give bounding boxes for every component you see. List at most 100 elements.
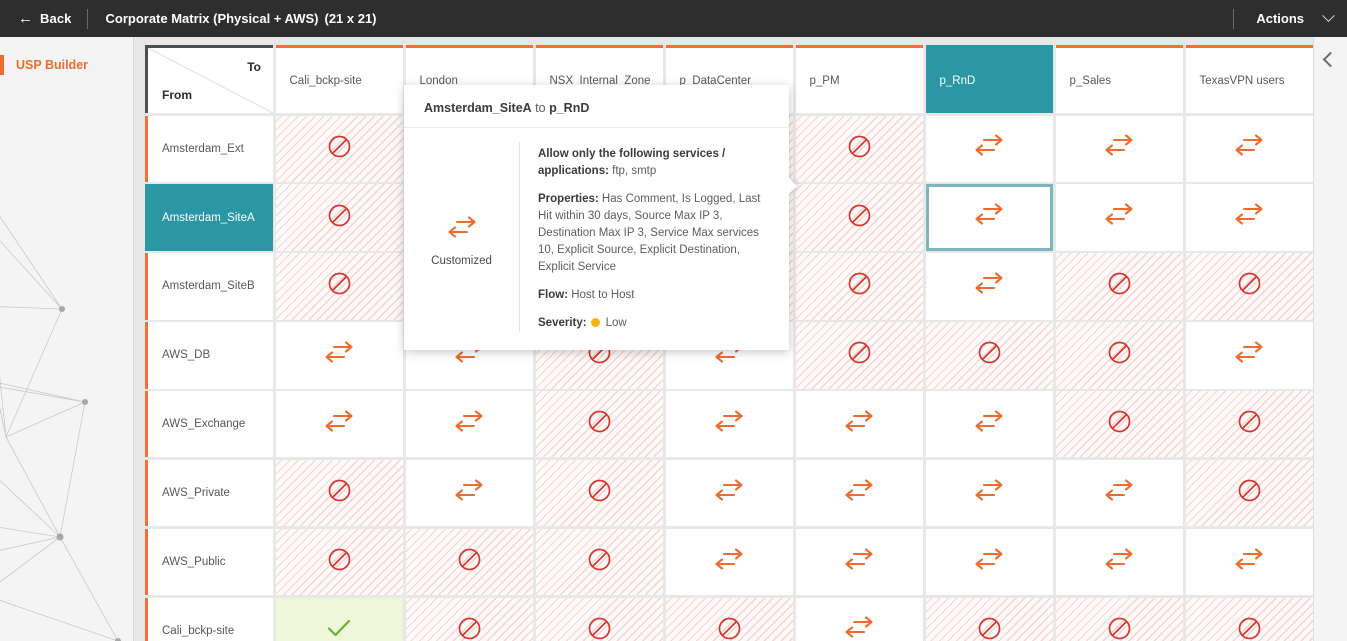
matrix-cell-5-7[interactable] <box>1185 460 1313 527</box>
tooltip-severity-line: Severity: Low <box>538 315 769 332</box>
matrix-cell-7-3[interactable] <box>665 597 793 641</box>
bidirectional-arrow-icon <box>454 410 484 439</box>
matrix-row-header-amsterdam-sitea[interactable]: Amsterdam_SiteA <box>145 184 273 251</box>
matrix-cell-0-4[interactable] <box>795 115 923 182</box>
matrix-cell-4-0[interactable] <box>275 391 403 458</box>
matrix-cell-6-0[interactable] <box>275 528 403 596</box>
sidebar-item-label: USP Builder <box>16 58 89 72</box>
matrix-cell-4-6[interactable] <box>1055 391 1183 458</box>
matrix-row-header-aws-private[interactable]: AWS_Private <box>145 460 273 527</box>
bidirectional-arrow-icon <box>1104 548 1134 577</box>
matrix-cell-4-4[interactable] <box>795 391 923 458</box>
block-icon <box>847 340 872 370</box>
matrix-cell-7-7[interactable] <box>1185 597 1313 641</box>
sidebar-item-usp-builder[interactable]: USP Builder <box>0 55 133 75</box>
matrix-cell-4-1[interactable] <box>405 391 533 458</box>
matrix-cell-7-6[interactable] <box>1055 597 1183 641</box>
topbar-divider <box>87 8 89 29</box>
bidirectional-arrow-icon <box>844 548 874 577</box>
matrix-cell-5-2[interactable] <box>535 460 663 527</box>
matrix-cell-3-4[interactable] <box>795 322 923 389</box>
block-icon <box>847 203 872 233</box>
bidirectional-arrow-icon <box>1104 479 1134 508</box>
matrix-cell-5-3[interactable] <box>665 460 793 527</box>
matrix-cell-1-4[interactable] <box>795 184 923 251</box>
matrix-cell-6-1[interactable] <box>405 528 533 596</box>
matrix-cell-0-5[interactable] <box>925 115 1053 182</box>
matrix-cell-4-7[interactable] <box>1185 391 1313 458</box>
matrix-cell-2-5[interactable] <box>925 253 1053 320</box>
block-icon <box>587 616 612 641</box>
matrix-cell-0-6[interactable] <box>1055 115 1183 182</box>
tooltip-flow-label: Flow: <box>538 289 569 302</box>
matrix-cell-5-0[interactable] <box>275 460 403 527</box>
matrix-cell-6-4[interactable] <box>795 528 923 596</box>
matrix-row-header-aws-db[interactable]: AWS_DB <box>145 322 273 389</box>
matrix-cell-7-5[interactable] <box>925 597 1053 641</box>
matrix-cell-7-0[interactable] <box>275 597 403 641</box>
block-icon <box>327 271 352 301</box>
tooltip-services-line: Allow only the following services / appl… <box>538 146 769 180</box>
matrix-cell-5-6[interactable] <box>1055 460 1183 527</box>
tooltip-icon-group: Customized <box>404 142 519 332</box>
bidirectional-arrow-icon <box>1104 134 1134 163</box>
bidirectional-arrow-icon <box>714 479 744 508</box>
matrix-column-header-p-rnd[interactable]: p_RnD <box>925 45 1053 113</box>
tooltip-properties-label: Properties: <box>538 193 599 206</box>
tooltip-pointer <box>788 177 797 195</box>
matrix-cell-7-4[interactable] <box>795 597 923 641</box>
matrix-cell-4-5[interactable] <box>925 391 1053 458</box>
matrix-cell-1-0[interactable] <box>275 184 403 251</box>
matrix-cell-6-7[interactable] <box>1185 528 1313 596</box>
tooltip-severity-value: Low <box>605 317 627 330</box>
matrix-cell-4-2[interactable] <box>535 391 663 458</box>
matrix-cell-3-0[interactable] <box>275 322 403 389</box>
matrix-cell-1-6[interactable] <box>1055 184 1183 251</box>
left-panel: USP Builder <box>0 37 134 641</box>
matrix-cell-2-0[interactable] <box>275 253 403 320</box>
matrix-cell-2-4[interactable] <box>795 253 923 320</box>
chevron-left-icon[interactable] <box>1322 51 1339 68</box>
matrix-column-header-p-sales[interactable]: p_Sales <box>1055 45 1183 113</box>
matrix-cell-3-6[interactable] <box>1055 322 1183 389</box>
matrix-row-header-amsterdam-ext[interactable]: Amsterdam_Ext <box>145 115 273 182</box>
matrix-column-header-texasvpn-users[interactable]: TexasVPN users <box>1185 45 1313 113</box>
matrix-column-header-p-pm[interactable]: p_PM <box>795 45 923 113</box>
matrix-cell-4-3[interactable] <box>665 391 793 458</box>
matrix-cell-5-1[interactable] <box>405 460 533 527</box>
matrix-cell-0-7[interactable] <box>1185 115 1313 182</box>
matrix-cell-5-4[interactable] <box>795 460 923 527</box>
matrix-cell-2-7[interactable] <box>1185 253 1313 320</box>
matrix-cell-6-2[interactable] <box>535 528 663 596</box>
block-icon <box>327 478 352 508</box>
matrix-cell-7-1[interactable] <box>405 597 533 641</box>
actions-button[interactable]: Actions <box>1234 0 1347 37</box>
matrix-row-header-cali-bckp-site[interactable]: Cali_bckp-site <box>145 597 273 641</box>
matrix-column-header-cali-bckp-site[interactable]: Cali_bckp-site <box>275 45 403 113</box>
back-button[interactable]: ← Back <box>0 0 87 37</box>
bidirectional-arrow-icon <box>1234 341 1264 370</box>
row-header-label: AWS_Public <box>162 556 226 569</box>
matrix-cell-3-7[interactable] <box>1185 322 1313 389</box>
tooltip-details: Allow only the following services / appl… <box>519 142 769 333</box>
matrix-cell-6-6[interactable] <box>1055 528 1183 596</box>
block-icon <box>847 134 872 164</box>
matrix-cell-6-5[interactable] <box>925 528 1053 596</box>
row-header-label: AWS_Private <box>162 487 230 500</box>
tooltip-severity-label: Severity: <box>538 317 587 330</box>
block-icon <box>457 547 482 577</box>
matrix-row-header-aws-public[interactable]: AWS_Public <box>145 528 273 596</box>
matrix-cell-3-5[interactable] <box>925 322 1053 389</box>
block-icon <box>1107 409 1132 439</box>
matrix-cell-7-2[interactable] <box>535 597 663 641</box>
matrix-cell-6-3[interactable] <box>665 528 793 596</box>
matrix-row-header-amsterdam-siteb[interactable]: Amsterdam_SiteB <box>145 253 273 320</box>
matrix-cell-2-6[interactable] <box>1055 253 1183 320</box>
matrix-cell-1-7[interactable] <box>1185 184 1313 251</box>
bidirectional-arrow-icon <box>844 410 874 439</box>
matrix-cell-1-5[interactable] <box>925 184 1053 251</box>
matrix-row-header-aws-exchange[interactable]: AWS_Exchange <box>145 391 273 458</box>
matrix-cell-0-0[interactable] <box>275 115 403 182</box>
matrix-cell-5-5[interactable] <box>925 460 1053 527</box>
check-icon <box>324 616 354 641</box>
